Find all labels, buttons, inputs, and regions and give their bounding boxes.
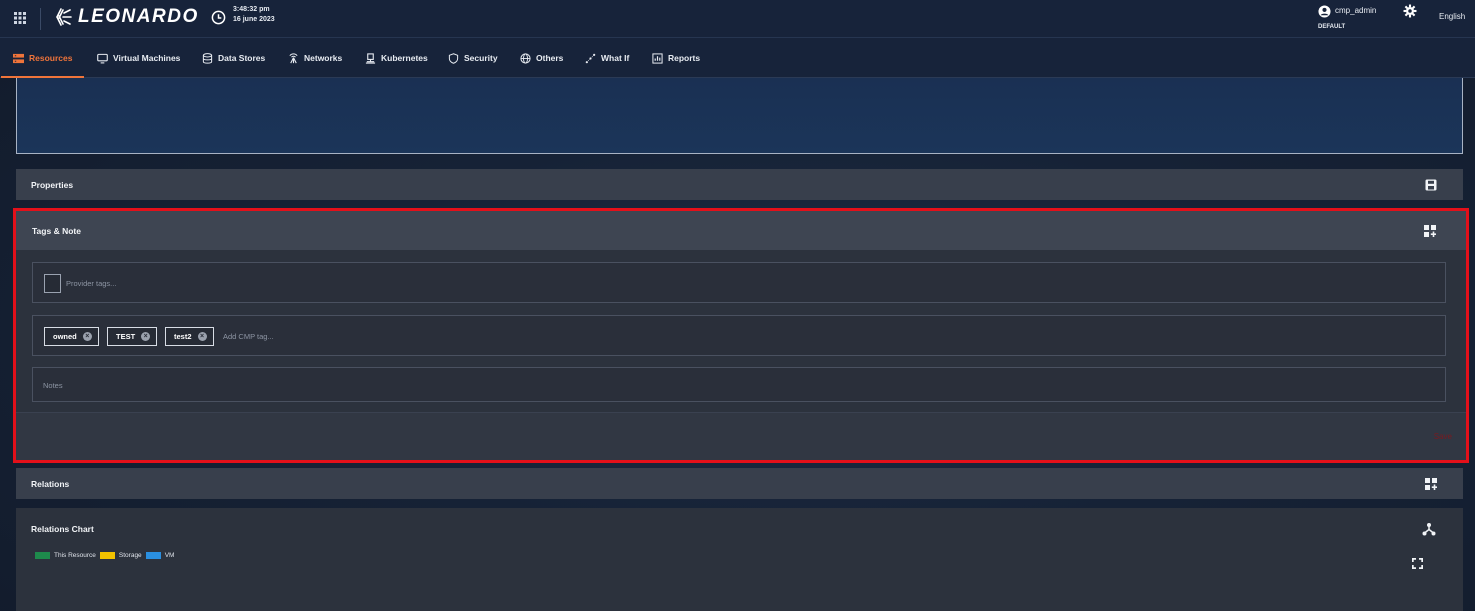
nav-label: Resources: [29, 53, 73, 63]
highlight-frame: [13, 208, 1469, 463]
chart-legend: This Resource Storage VM: [35, 552, 174, 559]
leonardo-logo-icon: [56, 8, 72, 26]
language-selector[interactable]: English: [1439, 12, 1465, 21]
panel-title: Properties: [31, 179, 74, 190]
nav-item-what-if[interactable]: What If: [585, 38, 629, 78]
divider: [40, 8, 41, 30]
hierarchy-icon[interactable]: [1422, 522, 1436, 536]
gear-icon[interactable]: [1403, 4, 1417, 18]
relations-chart-panel: Relations Chart This Resource Storage VM: [16, 508, 1463, 611]
nav-label: Data Stores: [218, 53, 266, 63]
legend-label: VM: [164, 552, 175, 559]
nav-label: Kubernetes: [381, 53, 428, 63]
reports-icon: [652, 52, 663, 64]
nav-item-data-stores[interactable]: Data Stores: [202, 38, 265, 78]
resource-summary-box: [16, 78, 1463, 154]
clock-icon: [211, 10, 226, 25]
panel-title: Relations: [31, 478, 70, 489]
current-date: 16 june 2023: [233, 16, 275, 23]
nav-item-networks[interactable]: Networks: [288, 38, 342, 78]
legend-label: This Resource: [54, 552, 96, 559]
what-if-icon: [585, 53, 596, 63]
nav-label: Others: [536, 53, 564, 63]
current-time: 3:48:32 pm: [233, 6, 270, 13]
nav-item-kubernetes[interactable]: Kubernetes: [365, 38, 428, 78]
brand-logo[interactable]: LEONARDO: [50, 6, 199, 28]
nav-label: Security: [464, 53, 498, 63]
nav-label: What If: [601, 53, 630, 63]
legend-swatch-storage: [99, 552, 115, 559]
globe-icon: [520, 52, 531, 64]
resources-icon: [13, 53, 24, 63]
network-icon: [289, 52, 298, 63]
nav-label: Networks: [304, 53, 343, 63]
save-icon[interactable]: [1425, 179, 1437, 191]
nav-item-security[interactable]: Security: [448, 38, 498, 78]
nav-item-virtual-machines[interactable]: Virtual Machines: [97, 38, 180, 78]
monitor-icon: [97, 53, 108, 63]
shield-icon: [448, 52, 459, 64]
tenant-label: DEFAULT: [1318, 24, 1346, 30]
nav-item-resources[interactable]: Resources: [0, 38, 86, 78]
nav-label: Virtual Machines: [113, 53, 181, 63]
user-avatar-icon[interactable]: [1318, 5, 1331, 18]
properties-panel-header[interactable]: Properties: [16, 169, 1463, 200]
legend-swatch-vm: [145, 552, 161, 559]
legend-swatch-this-resource: [35, 552, 50, 559]
user-name[interactable]: cmp_admin: [1335, 6, 1376, 15]
legend-label: Storage: [118, 552, 142, 559]
fullscreen-icon[interactable]: [1412, 558, 1423, 569]
kubernetes-icon: [365, 52, 376, 64]
brand-name: LEONARDO: [78, 6, 199, 27]
nav-item-reports[interactable]: Reports: [652, 38, 700, 78]
main-nav: Resources Virtual Machines Data Stores N…: [0, 38, 1475, 78]
top-bar: LEONARDO 3:48:32 pm 16 june 2023 cmp_adm…: [0, 0, 1475, 38]
nav-item-others[interactable]: Others: [520, 38, 563, 78]
panel-title: Relations Chart: [31, 524, 94, 534]
relations-panel-header[interactable]: Relations: [16, 468, 1463, 499]
apps-grid-icon[interactable]: [14, 12, 26, 24]
nav-label: Reports: [668, 53, 701, 63]
database-icon: [202, 52, 213, 64]
add-widget-icon[interactable]: [1425, 478, 1437, 490]
